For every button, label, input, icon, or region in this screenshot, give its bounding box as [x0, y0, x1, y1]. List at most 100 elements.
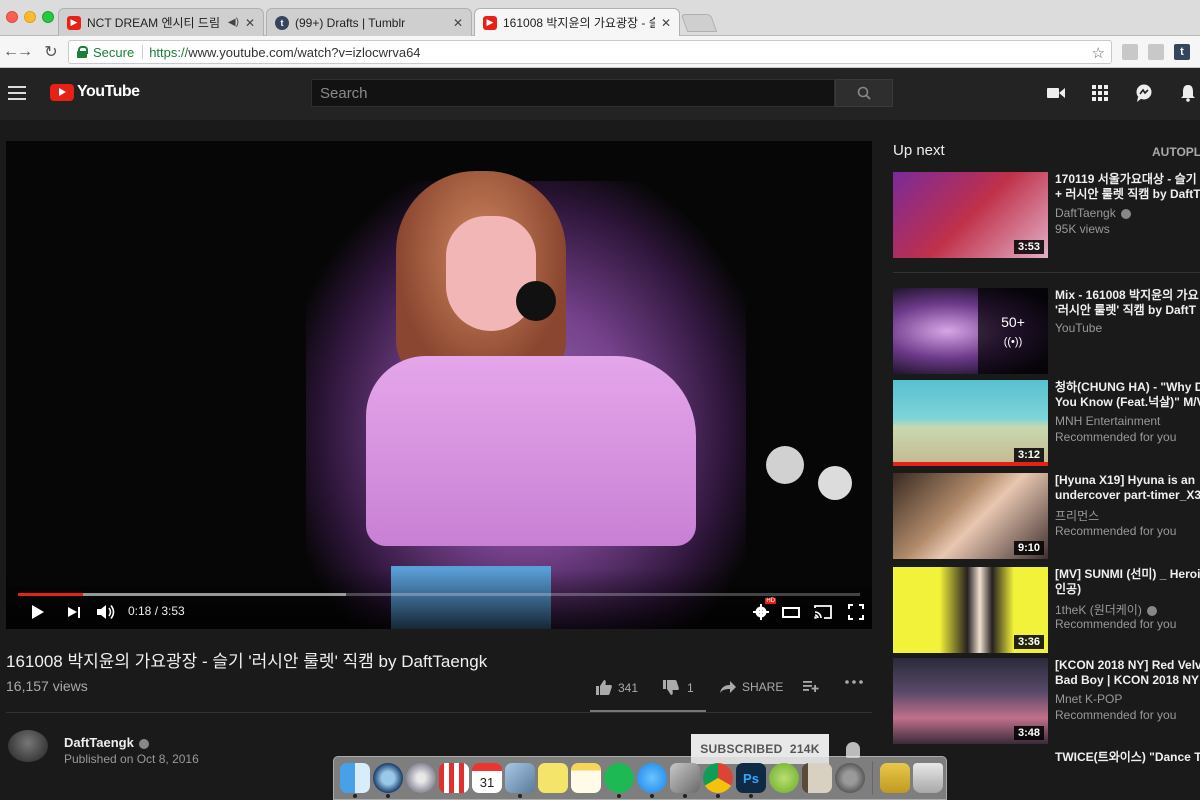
system-preferences-icon[interactable]	[835, 763, 865, 793]
url-scheme: https://	[149, 44, 189, 60]
title-line: 인공)	[1055, 582, 1082, 596]
video-thumbnail[interactable]: 50+ ((•))	[893, 288, 1048, 374]
browser-tab-nct-dream[interactable]: ▶ NCT DREAM 엔시티 드림 'GO ◀) ✕	[58, 8, 264, 36]
tumblr-extension-icon[interactable]: t	[1174, 44, 1190, 60]
tab-close-icon[interactable]: ✕	[661, 16, 671, 30]
fullscreen-button[interactable]	[846, 602, 866, 622]
video-thumbnail[interactable]: 3:36	[893, 567, 1048, 653]
cast-button[interactable]	[812, 602, 834, 622]
messages-icon[interactable]	[637, 763, 667, 798]
video-thumbnail[interactable]: 9:10	[893, 473, 1048, 559]
up-next-video-item[interactable]: 3:48 [KCON 2018 NY] Red Velv Bad Boy | KC…	[893, 658, 1200, 746]
video-title[interactable]: 청하(CHUNG HA) - "Why D You Know (Feat.넉살)"…	[1055, 380, 1200, 410]
up-next-video-item[interactable]: 3:36 [MV] SUNMI (선미) _ Heroi 인공) 1theK (원…	[893, 567, 1200, 655]
launchpad-icon[interactable]	[406, 763, 436, 793]
window-close-button[interactable]	[6, 11, 18, 23]
volume-icon	[97, 605, 115, 619]
settings-button[interactable]: HD	[751, 598, 776, 622]
mix-overlay: 50+ ((•))	[978, 288, 1048, 374]
youtube-logo[interactable]: YouTube	[50, 83, 140, 101]
calendar-icon[interactable]: 31	[472, 763, 502, 793]
hamburger-menu-icon[interactable]	[8, 86, 26, 100]
trash-icon[interactable]	[913, 763, 943, 793]
more-actions-button[interactable]	[845, 680, 863, 684]
url-path: www.youtube.com/watch?v=izlocwrva64	[188, 44, 421, 60]
title-line: [MV] SUNMI (선미) _ Heroi	[1055, 567, 1200, 581]
extension-icon[interactable]	[1148, 44, 1164, 60]
browser-tab-active-video[interactable]: ▶ 161008 박지윤의 가요광장 - 슬기 ' ✕	[474, 8, 680, 36]
extension-icon[interactable]	[1122, 44, 1138, 60]
dislike-count: 1	[687, 680, 694, 695]
share-button[interactable]: SHARE	[720, 680, 783, 694]
tab-label: (99+) Drafts | Tumblr	[295, 15, 406, 30]
apps-grid-icon[interactable]	[1090, 83, 1110, 103]
video-title[interactable]: [Hyuna X19] Hyuna is an undercover part-t…	[1055, 473, 1200, 503]
dislike-button[interactable]: 1	[663, 680, 694, 695]
notebook-icon[interactable]	[802, 763, 832, 793]
video-title[interactable]: TWICE(트와이스) "Dance Th	[1055, 750, 1200, 765]
channel-name: YouTube	[1055, 321, 1103, 335]
window-minimize-button[interactable]	[24, 11, 36, 23]
quicktime-icon[interactable]	[373, 763, 403, 798]
address-bar[interactable]: Secure https:// www.youtube.com/watch?v=…	[68, 40, 1112, 64]
mix-radio-icon: ((•))	[1003, 336, 1023, 348]
video-title[interactable]: [KCON 2018 NY] Red Velv Bad Boy | KCON 20…	[1055, 658, 1200, 688]
downloads-folder-icon[interactable]	[880, 763, 910, 793]
section-divider	[6, 712, 872, 713]
video-thumbnail[interactable]: 3:53	[893, 172, 1048, 258]
notifications-bell-icon[interactable]	[1178, 83, 1198, 103]
stickies-icon[interactable]	[538, 763, 568, 793]
autoplay-label[interactable]: AUTOPLAY	[1152, 145, 1200, 159]
verified-badge-icon	[1120, 208, 1131, 219]
video-meta: Recommended for you	[1055, 524, 1177, 538]
next-video-button[interactable]	[66, 602, 82, 622]
preview-icon[interactable]	[505, 763, 535, 798]
window-maximize-button[interactable]	[42, 11, 54, 23]
channel-name[interactable]: DaftTaengk	[64, 735, 149, 750]
progress-bar[interactable]	[18, 593, 860, 596]
up-next-video-item[interactable]: 9:10 [Hyuna X19] Hyuna is an undercover p…	[893, 473, 1200, 561]
up-next-video-item[interactable]: 3:53 170119 서울가요대상 - 슬기 + 러시안 룰렛 직캠 by Da…	[893, 172, 1200, 260]
video-player[interactable]: 0:18 / 3:53 HD	[6, 141, 872, 629]
notes-icon[interactable]	[571, 763, 601, 793]
automator-icon[interactable]	[670, 763, 700, 798]
video-thumbnail[interactable]: 3:48	[893, 658, 1048, 744]
search-input[interactable]: Search	[311, 79, 835, 107]
play-icon	[32, 605, 44, 619]
video-title[interactable]: Mix - 161008 박지윤의 가요 '러시안 룰렛' 직캠 by DaftT	[1055, 288, 1200, 318]
add-to-playlist-button[interactable]	[803, 680, 819, 692]
mix-playlist-item[interactable]: 50+ ((•)) Mix - 161008 박지윤의 가요 '러시안 룰렛' 직…	[893, 288, 1200, 376]
spotify-icon[interactable]	[604, 763, 634, 798]
video-title[interactable]: 170119 서울가요대상 - 슬기 + 러시안 룰렛 직캠 by DaftT	[1055, 172, 1200, 202]
volume-button[interactable]	[96, 602, 118, 622]
theater-mode-button[interactable]	[781, 602, 801, 622]
new-tab-button[interactable]	[680, 14, 718, 32]
finder-icon[interactable]	[340, 763, 370, 798]
up-next-heading: Up next	[893, 142, 945, 159]
chrome-icon[interactable]	[703, 763, 733, 798]
popcorn-icon[interactable]	[439, 763, 469, 793]
search-button[interactable]	[835, 79, 893, 107]
forward-arrow-icon[interactable]: →	[14, 41, 36, 63]
duration-badge: 3:53	[1013, 240, 1044, 254]
video-title[interactable]: [MV] SUNMI (선미) _ Heroi 인공)	[1055, 567, 1200, 597]
photoshop-icon[interactable]: Ps	[736, 763, 766, 798]
video-title: 161008 박지윤의 가요광장 - 슬기 '러시안 룰렛' 직캠 by Daf…	[6, 652, 488, 671]
video-frame-light	[766, 446, 804, 484]
title-line: 청하(CHUNG HA) - "Why D	[1055, 380, 1200, 394]
play-button[interactable]	[30, 602, 46, 622]
like-button[interactable]: 341	[596, 680, 638, 695]
tab-close-icon[interactable]: ✕	[245, 16, 255, 30]
tab-close-icon[interactable]: ✕	[453, 16, 463, 30]
bookmark-star-icon[interactable]: ☆	[1092, 44, 1105, 62]
browser-tab-tumblr[interactable]: t (99+) Drafts | Tumblr ✕	[266, 8, 472, 36]
android-file-transfer-icon[interactable]	[769, 763, 799, 793]
channel-avatar[interactable]	[8, 730, 48, 762]
calendar-day: 31	[479, 774, 495, 790]
messages-icon[interactable]	[1134, 83, 1154, 103]
address-separator	[142, 45, 144, 59]
upload-video-camera-icon[interactable]	[1046, 83, 1066, 103]
video-thumbnail[interactable]: 3:12	[893, 380, 1048, 466]
reload-icon[interactable]: ↻	[40, 41, 62, 63]
up-next-video-item[interactable]: 3:12 청하(CHUNG HA) - "Why D You Know (Feat…	[893, 380, 1200, 468]
